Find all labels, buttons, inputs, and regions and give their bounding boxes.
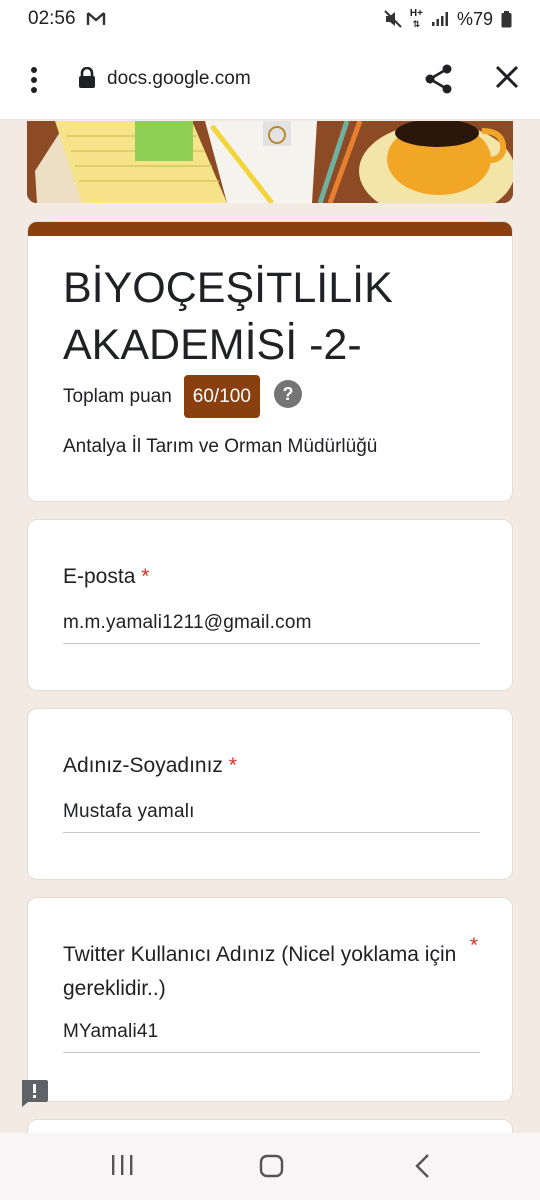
question-card-email: E-posta * m.m.yamali1211@gmail.com	[27, 519, 513, 691]
close-icon[interactable]	[494, 64, 520, 95]
email-field[interactable]: m.m.yamali1211@gmail.com	[63, 608, 480, 644]
battery-icon	[501, 10, 512, 28]
question-title: Adınız-Soyadınız	[63, 754, 223, 777]
form-title-card: BİYOÇEŞİTLİLİK AKADEMİSİ -2- Toplam puan…	[27, 221, 513, 502]
theme-accent-bar	[28, 222, 512, 236]
question-title: Twitter Kullanıcı Adınız (Nicel yoklama …	[63, 943, 457, 1000]
required-asterisk: *	[469, 934, 478, 957]
share-icon[interactable]	[424, 63, 454, 100]
question-card-name: Adınız-Soyadınız * Mustafa yamalı	[27, 708, 513, 880]
url-text[interactable]: docs.google.com	[107, 68, 251, 90]
browser-toolbar: docs.google.com	[0, 38, 540, 120]
mute-icon	[384, 10, 402, 28]
form-title: BİYOÇEŞİTLİLİK AKADEMİSİ -2-	[63, 264, 393, 369]
question-label: Adınız-Soyadınız *	[63, 749, 463, 783]
required-asterisk: *	[141, 565, 150, 588]
score-badge: 60/100	[183, 375, 260, 418]
system-nav-bar	[0, 1133, 540, 1200]
score-row: Toplam puan 60/100 ?	[63, 375, 302, 418]
feedback-icon[interactable]	[19, 1078, 49, 1113]
home-icon[interactable]	[259, 1153, 285, 1184]
more-vert-icon[interactable]	[22, 66, 46, 94]
form-header-image	[27, 121, 513, 203]
signal-icon	[431, 11, 449, 27]
network-type-icon: H+ ⇅	[409, 8, 423, 30]
lock-icon[interactable]	[78, 66, 96, 94]
question-card-twitter: Twitter Kullanıcı Adınız (Nicel yoklama …	[27, 897, 513, 1102]
question-title: E-posta	[63, 565, 136, 588]
required-asterisk: *	[228, 754, 237, 777]
help-icon[interactable]: ?	[273, 380, 302, 413]
twitter-username-field[interactable]: MYamali41	[63, 1017, 480, 1053]
recent-apps-icon[interactable]	[110, 1153, 134, 1182]
status-bar: 02:56 H+ ⇅ %79	[0, 0, 540, 38]
back-icon[interactable]	[414, 1153, 432, 1184]
gmail-icon	[86, 11, 106, 27]
clock: 02:56	[28, 8, 76, 29]
name-field[interactable]: Mustafa yamalı	[63, 797, 480, 833]
question-label: E-posta *	[63, 560, 463, 594]
form-description: Antalya İl Tarım ve Orman Müdürlüğü	[63, 436, 378, 457]
score-label: Toplam puan	[63, 385, 172, 407]
battery-percentage: %79	[456, 8, 493, 29]
svg-text:?: ?	[282, 384, 293, 404]
